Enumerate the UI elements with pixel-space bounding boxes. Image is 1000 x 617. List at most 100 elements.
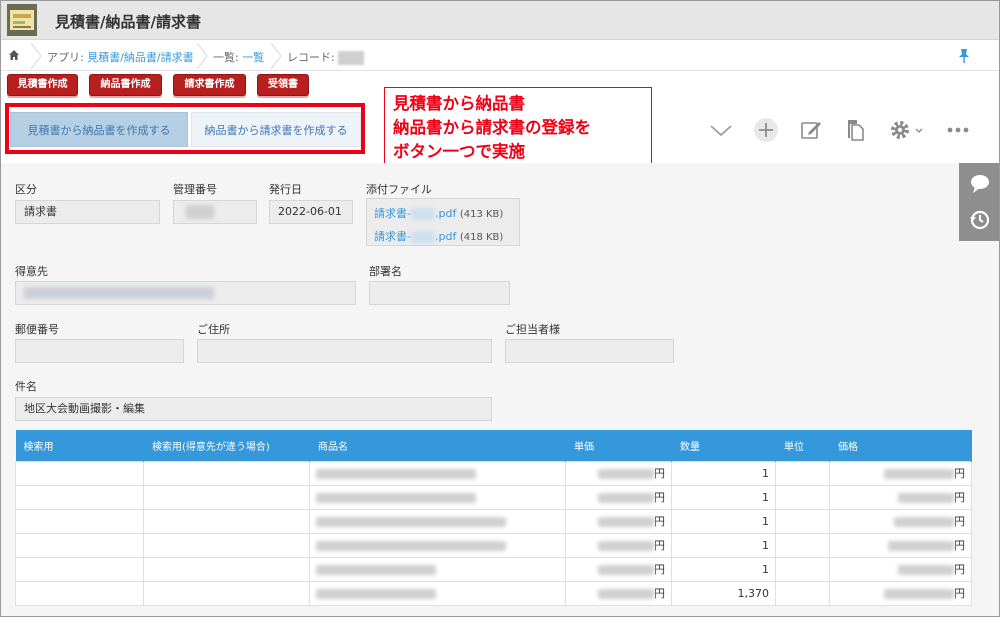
- breadcrumb-list-link[interactable]: 一覧: [242, 51, 264, 64]
- unit-cell: [775, 580, 830, 606]
- table-cell: [143, 460, 310, 486]
- attachment-link[interactable]: 請求書-: [374, 207, 411, 220]
- breadcrumb-app[interactable]: アプリ: 見積書/納品書/請求書: [47, 49, 194, 65]
- redacted-value: [598, 469, 654, 479]
- side-tab: [959, 163, 999, 241]
- breadcrumb-record-prefix: レコード:: [287, 51, 339, 64]
- tokuisaki-field: [15, 281, 356, 305]
- tanto-label: ご担当者様: [505, 323, 560, 336]
- delivery-to-invoice-button[interactable]: 納品書から請求書を作成する: [191, 112, 361, 147]
- home-icon[interactable]: [8, 49, 20, 61]
- column-header: 商品名: [309, 430, 566, 461]
- quantity-cell: 1: [671, 460, 776, 486]
- redacted-value: [898, 493, 954, 503]
- table-row: 円 1,370 円: [15, 580, 972, 606]
- duplicate-icon[interactable]: [842, 117, 868, 143]
- unit-price-cell: 円: [565, 532, 672, 558]
- redacted-value: [598, 517, 654, 527]
- table-cell: [143, 580, 310, 606]
- kubun-field: 請求書: [15, 200, 160, 224]
- kenmei-field: 地区大会動画撮影・編集: [15, 397, 492, 421]
- attachment-item[interactable]: 請求書- .pdf (413 KB): [374, 205, 503, 221]
- pin-icon[interactable]: [957, 48, 971, 64]
- currency-label: 円: [954, 539, 965, 552]
- column-header: 検索用(得意先が違う場合): [143, 430, 310, 461]
- unit-cell: [775, 556, 830, 582]
- breadcrumb: アプリ: 見積書/納品書/請求書 一覧: 一覧 レコード:: [1, 41, 999, 71]
- price-cell: 円: [829, 508, 972, 534]
- currency-label: 円: [654, 587, 665, 600]
- unit-cell: [775, 460, 830, 486]
- price-cell: 円: [829, 484, 972, 510]
- attachment-link[interactable]: 請求書-: [374, 230, 411, 243]
- attachment-ext[interactable]: .pdf: [435, 230, 456, 243]
- callout-line: ボタン一つで実施: [393, 142, 525, 161]
- create-delivery-button[interactable]: 納品書作成: [89, 74, 162, 96]
- comment-icon[interactable]: [969, 173, 991, 195]
- kubun-label: 区分: [15, 183, 37, 196]
- column-header: 検索用: [15, 430, 144, 461]
- unit-price-cell: 円: [565, 460, 672, 486]
- quantity-cell: 1: [671, 532, 776, 558]
- create-invoice-button[interactable]: 請求書作成: [173, 74, 246, 96]
- product-cell: [309, 484, 566, 510]
- plus-icon[interactable]: [753, 117, 779, 143]
- edit-icon[interactable]: [798, 117, 824, 143]
- create-quote-button[interactable]: 見積書作成: [7, 74, 78, 96]
- attachment-item[interactable]: 請求書- .pdf (418 KB): [374, 228, 503, 244]
- currency-label: 円: [654, 563, 665, 576]
- redacted-value: [186, 205, 214, 219]
- chevron-down-icon[interactable]: [708, 117, 734, 143]
- breadcrumb-separator-icon: [270, 43, 282, 69]
- breadcrumb-list-prefix: 一覧:: [213, 51, 243, 64]
- tenpu-label: 添付ファイル: [366, 183, 432, 196]
- hakko-label: 発行日: [269, 183, 302, 196]
- redacted-value: [598, 493, 654, 503]
- redacted-value: [894, 517, 954, 527]
- redacted-value: [316, 516, 506, 527]
- price-cell: 円: [829, 532, 972, 558]
- quantity-cell: 1,370: [671, 580, 776, 606]
- product-cell: [309, 508, 566, 534]
- callout-annotation: 見積書から納品書 納品書から請求書の登録を ボタン一つで実施: [384, 87, 652, 169]
- quantity-cell: 1: [671, 556, 776, 582]
- quote-to-delivery-button[interactable]: 見積書から納品書を作成する: [10, 112, 188, 147]
- redacted-value: [316, 468, 476, 479]
- column-header: 単位: [775, 430, 830, 461]
- attachment-ext[interactable]: .pdf: [435, 207, 456, 220]
- currency-label: 円: [954, 491, 965, 504]
- table-row: 円 1 円: [15, 532, 972, 558]
- unit-price-cell: 円: [565, 484, 672, 510]
- jusho-field: [197, 339, 492, 363]
- column-header: 価格: [829, 430, 972, 461]
- currency-label: 円: [654, 467, 665, 480]
- price-cell: 円: [829, 556, 972, 582]
- receipt-button[interactable]: 受領書: [257, 74, 309, 96]
- table-row: 円 1 円: [15, 556, 972, 582]
- tanto-field: [505, 339, 674, 363]
- breadcrumb-list[interactable]: 一覧: 一覧: [213, 49, 264, 65]
- unit-cell: [775, 508, 830, 534]
- busho-label: 部署名: [369, 265, 402, 278]
- table-cell: [15, 508, 144, 534]
- history-icon[interactable]: [969, 209, 991, 231]
- more-icon[interactable]: [945, 117, 971, 143]
- breadcrumb-app-link[interactable]: 見積書/納品書/請求書: [87, 51, 193, 64]
- redacted-value: [316, 540, 506, 551]
- app-header: 見積書/納品書/請求書: [1, 1, 999, 40]
- unit-cell: [775, 484, 830, 510]
- redacted-value: [316, 588, 436, 599]
- callout-line: 納品書から請求書の登録を: [393, 118, 591, 137]
- quantity-cell: 1: [671, 508, 776, 534]
- busho-field: [369, 281, 510, 305]
- table-cell: [143, 508, 310, 534]
- table-header-row: 検索用 検索用(得意先が違う場合) 商品名 単価 数量 単位 価格: [15, 430, 972, 461]
- price-cell: 円: [829, 460, 972, 486]
- table-cell: [15, 580, 144, 606]
- unit-price-cell: 円: [565, 580, 672, 606]
- attachment-size: (418 KB): [459, 232, 504, 243]
- gear-icon[interactable]: [887, 117, 927, 143]
- redacted-value: [884, 589, 954, 599]
- redacted-filename: [410, 231, 435, 243]
- kanri-label: 管理番号: [173, 183, 217, 196]
